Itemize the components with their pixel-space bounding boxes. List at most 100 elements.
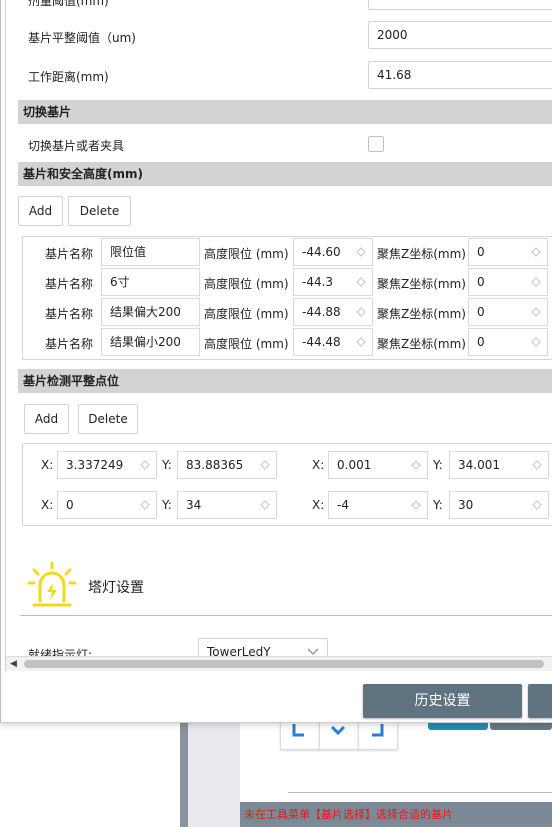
height-row-limit-spinbox[interactable]: -44.60 — [293, 238, 373, 266]
spin-updown-icon[interactable] — [260, 460, 270, 470]
height-row-name-label: 基片名称 — [45, 247, 94, 261]
height-row-focus-label: 聚焦Z坐标(mm) — [377, 277, 466, 291]
status-bar-message: 未在工具菜单【基片选择】选择合适的基片 — [240, 802, 552, 827]
top-partial-label: 剂量阈值(mm) — [28, 0, 109, 8]
spin-updown-icon[interactable] — [531, 247, 541, 257]
spin-updown-icon[interactable] — [411, 500, 421, 510]
height-row-limit-label: 高度限位 (mm) — [204, 247, 289, 261]
height-row-limit-value: -44.48 — [302, 335, 341, 349]
height-row-name-field[interactable]: 6寸 — [101, 268, 200, 296]
height-row-focus-label: 聚焦Z坐标(mm) — [377, 247, 466, 261]
tower-light-divider — [20, 615, 552, 616]
history-settings-button[interactable]: 历史设置 — [363, 684, 522, 718]
background-divider — [288, 792, 552, 793]
ready-indicator-value: TowerLedY — [207, 645, 271, 656]
points-delete-button[interactable]: Delete — [78, 404, 138, 434]
height-add-button[interactable]: Add — [18, 196, 63, 226]
height-row-focus-label: 聚焦Z坐标(mm) — [377, 307, 466, 321]
height-row-focus-label: 聚焦Z坐标(mm) — [377, 337, 466, 351]
corner-left-icon — [292, 724, 304, 737]
chevron-down-icon — [330, 725, 346, 736]
height-row-name-field[interactable]: 结果偏小200 — [101, 328, 200, 356]
spin-updown-icon[interactable] — [531, 307, 541, 317]
ready-indicator-label: 就绪指示灯: — [28, 648, 93, 656]
point-x-label: X: — [41, 458, 54, 472]
height-row-name-label: 基片名称 — [45, 337, 94, 351]
height-row-name-field[interactable]: 结果偏大200 — [101, 298, 200, 326]
horizontal-scrollbar[interactable]: ◀ — [5, 656, 552, 671]
point-x-label: X: — [312, 458, 325, 472]
spin-updown-icon[interactable] — [140, 460, 150, 470]
top-partial-field[interactable] — [368, 0, 552, 10]
spin-updown-icon[interactable] — [532, 460, 542, 470]
flatness-threshold-label: 基片平整阈值（um) — [28, 31, 136, 45]
point-y-value: 83.88365 — [186, 458, 244, 472]
spin-updown-icon[interactable] — [356, 307, 366, 317]
height-row-name-field[interactable]: 限位值 — [101, 238, 200, 266]
height-row-limit-spinbox[interactable]: -44.88 — [293, 298, 373, 326]
horizontal-scrollbar-thumb[interactable] — [24, 660, 544, 668]
height-table: 基片名称 限位值 高度限位 (mm) -44.60 聚焦Z坐标(mm) 0 基片… — [22, 236, 552, 360]
spin-updown-icon[interactable] — [260, 500, 270, 510]
switch-substrate-section-header: 切换基片 — [18, 100, 552, 124]
spin-updown-icon[interactable] — [140, 500, 150, 510]
point-x-value: 0.001 — [337, 458, 372, 472]
spin-updown-icon[interactable] — [411, 460, 421, 470]
spin-updown-icon[interactable] — [531, 277, 541, 287]
point-y-value: 34 — [186, 498, 202, 512]
height-row-limit-label: 高度限位 (mm) — [204, 277, 289, 291]
height-row-name-label: 基片名称 — [45, 307, 94, 321]
height-row-focus-spinbox[interactable]: 0 — [468, 268, 548, 296]
height-row-focus-value: 0 — [477, 335, 485, 349]
points-add-button[interactable]: Add — [24, 404, 69, 434]
point-x-spinbox[interactable]: 3.337249 — [57, 451, 157, 479]
tower-light-title: 塔灯设置 — [88, 580, 144, 596]
height-row-limit-spinbox[interactable]: -44.48 — [293, 328, 373, 356]
point-x-spinbox[interactable]: 0.001 — [328, 451, 428, 479]
height-row-limit-value: -44.60 — [302, 245, 341, 259]
height-row-focus-value: 0 — [477, 245, 485, 259]
point-x-spinbox[interactable]: 0 — [57, 491, 157, 519]
height-row-limit-value: -44.88 — [302, 305, 341, 319]
height-row-limit-label: 高度限位 (mm) — [204, 307, 289, 321]
point-y-label: Y: — [162, 498, 172, 512]
scroll-left-arrow-icon[interactable]: ◀ — [10, 659, 20, 669]
work-distance-field[interactable]: 41.68 — [368, 61, 552, 89]
spin-updown-icon[interactable] — [532, 500, 542, 510]
footer-next-button[interactable] — [528, 684, 552, 718]
flatness-points-section-header: 基片检测平整点位 — [18, 369, 552, 393]
point-y-spinbox[interactable]: 34 — [177, 491, 277, 519]
point-y-value: 30 — [458, 498, 474, 512]
background-panel — [188, 720, 240, 827]
flatness-threshold-field[interactable]: 2000 — [368, 21, 552, 49]
spin-updown-icon[interactable] — [531, 337, 541, 347]
warning-light-icon — [27, 561, 77, 607]
point-y-spinbox[interactable]: 83.88365 — [177, 451, 277, 479]
height-row-focus-spinbox[interactable]: 0 — [468, 328, 548, 356]
height-row-limit-spinbox[interactable]: -44.3 — [293, 268, 373, 296]
point-y-spinbox[interactable]: 30 — [449, 491, 549, 519]
point-x-value: 3.337249 — [66, 458, 124, 472]
height-row-limit-label: 高度限位 (mm) — [204, 337, 289, 351]
spin-updown-icon[interactable] — [356, 277, 366, 287]
point-x-spinbox[interactable]: -4 — [328, 491, 428, 519]
corner-right-icon — [372, 724, 384, 737]
point-x-label: X: — [41, 498, 54, 512]
point-y-spinbox[interactable]: 34.001 — [449, 451, 549, 479]
point-y-label: Y: — [162, 458, 172, 472]
height-section-header: 基片和安全高度(mm) — [18, 162, 552, 186]
point-x-label: X: — [312, 498, 325, 512]
spin-updown-icon[interactable] — [356, 337, 366, 347]
settings-dialog: 剂量阈值(mm) 基片平整阈值（um) 2000 工作距离(mm) 41.68 … — [0, 0, 552, 723]
ready-indicator-select[interactable]: TowerLedY — [198, 638, 328, 656]
height-row-limit-value: -44.3 — [302, 275, 334, 289]
height-row-focus-spinbox[interactable]: 0 — [468, 238, 548, 266]
height-row-focus-value: 0 — [477, 305, 485, 319]
spin-updown-icon[interactable] — [356, 247, 366, 257]
point-y-value: 34.001 — [458, 458, 500, 472]
height-row-focus-spinbox[interactable]: 0 — [468, 298, 548, 326]
point-x-value: 0 — [66, 498, 74, 512]
height-delete-button[interactable]: Delete — [68, 196, 131, 226]
settings-scroll-area[interactable]: 剂量阈值(mm) 基片平整阈值（um) 2000 工作距离(mm) 41.68 … — [5, 0, 552, 656]
switch-substrate-checkbox[interactable] — [368, 136, 384, 152]
